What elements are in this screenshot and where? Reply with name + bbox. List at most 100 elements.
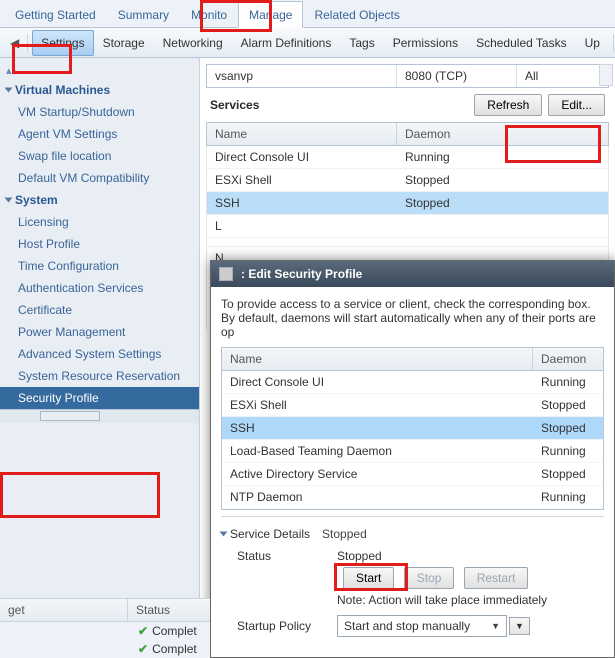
secondary-tabs: ◀ Settings Storage Networking Alarm Defi… xyxy=(0,28,615,58)
tab-alarm-definitions[interactable]: Alarm Definitions xyxy=(232,30,341,56)
scroll-thumb[interactable] xyxy=(40,411,100,421)
sidebar-item-default-vm-compat[interactable]: Default VM Compatibility xyxy=(0,167,199,189)
start-button[interactable]: Start xyxy=(343,567,394,589)
dlg-service-name: SSH xyxy=(222,417,533,439)
tab-manage[interactable]: Manage xyxy=(238,1,303,28)
service-name: ESXi Shell xyxy=(207,169,397,191)
service-details: Service DetailsStopped StatusStopped Sta… xyxy=(221,516,604,641)
dialog-service-row[interactable]: Direct Console UIRunning xyxy=(222,371,603,394)
tab-scheduled-tasks[interactable]: Scheduled Tasks xyxy=(467,30,576,56)
service-daemon xyxy=(397,215,608,237)
dialog-service-row[interactable]: ESXi ShellStopped xyxy=(222,394,603,417)
edit-button[interactable]: Edit... xyxy=(548,94,605,116)
tab-permissions[interactable]: Permissions xyxy=(384,30,467,56)
startup-policy-select[interactable]: Start and stop manually▼ xyxy=(337,615,507,637)
tab-networking[interactable]: Networking xyxy=(154,30,232,56)
tasks-col-status: Status xyxy=(128,599,178,621)
dlg-service-name: Active Directory Service xyxy=(222,463,533,485)
dlg-service-daemon: Stopped xyxy=(533,463,603,485)
sidebar-item-certificate[interactable]: Certificate xyxy=(0,299,199,321)
recent-tasks: get Status ✔Complet ✔Complet xyxy=(0,598,210,658)
service-name: Direct Console UI xyxy=(207,146,397,168)
sidebar-item-advanced-settings[interactable]: Advanced System Settings xyxy=(0,343,199,365)
sidebar-group-virtual-machines[interactable]: Virtual Machines xyxy=(0,79,199,101)
sidebar-item-vm-startup[interactable]: VM Startup/Shutdown xyxy=(0,101,199,123)
tab-storage[interactable]: Storage xyxy=(94,30,154,56)
service-daemon: Stopped xyxy=(397,169,608,191)
stop-button: Stop xyxy=(404,567,455,589)
firewall-allowed: All xyxy=(517,65,608,87)
sidebar-scrollbar[interactable] xyxy=(0,409,199,423)
sidebar-item-host-profile[interactable]: Host Profile xyxy=(0,233,199,255)
sidebar-item-agent-vm[interactable]: Agent VM Settings xyxy=(0,123,199,145)
services-header: Name Daemon xyxy=(206,122,609,146)
sidebar-item-licensing[interactable]: Licensing xyxy=(0,211,199,233)
tab-getting-started[interactable]: Getting Started xyxy=(4,1,107,27)
dialog-service-row[interactable]: Load-Based Teaming DaemonRunning xyxy=(222,440,603,463)
dialog-service-row[interactable]: SSHStopped xyxy=(222,417,603,440)
sidebar-scroll-up-icon[interactable]: ▴▴ xyxy=(0,64,199,79)
action-note: Note: Action will take place immediately xyxy=(221,589,604,611)
dialog-desc-2: By default, daemons will start automatic… xyxy=(221,311,604,339)
col-name: Name xyxy=(207,123,397,145)
dlg-col-name: Name xyxy=(222,348,533,370)
service-daemon: Stopped xyxy=(397,192,608,214)
dlg-service-daemon: Stopped xyxy=(533,417,603,439)
sidebar-item-security-profile[interactable]: Security Profile xyxy=(0,387,199,409)
dlg-service-name: NTP Daemon xyxy=(222,486,533,508)
service-row[interactable] xyxy=(206,238,609,247)
dialog-service-row[interactable]: NTP DaemonRunning xyxy=(222,486,603,509)
tab-settings[interactable]: Settings xyxy=(32,30,93,56)
task-row[interactable]: ✔ Complet xyxy=(0,622,210,640)
sidebar-item-time-config[interactable]: Time Configuration xyxy=(0,255,199,277)
dialog-service-list: Name Daemon Direct Console UIRunningESXi… xyxy=(221,347,604,510)
dlg-service-daemon: Running xyxy=(533,440,603,462)
details-header: Service Details xyxy=(230,527,310,541)
services-title: Services xyxy=(210,98,468,112)
refresh-button[interactable]: Refresh xyxy=(474,94,542,116)
settings-sidebar: ▴▴ Virtual Machines VM Startup/Shutdown … xyxy=(0,58,200,658)
check-icon: ✔ xyxy=(138,642,148,656)
firewall-name: vsanvp xyxy=(207,65,397,87)
tab-tags[interactable]: Tags xyxy=(340,30,383,56)
service-row[interactable]: SSHStopped xyxy=(206,192,609,215)
tasks-col-target: get xyxy=(0,599,128,621)
status-value: Stopped xyxy=(337,549,382,563)
service-row[interactable]: ESXi ShellStopped xyxy=(206,169,609,192)
dlg-service-name: ESXi Shell xyxy=(222,394,533,416)
dialog-titlebar[interactable]: : Edit Security Profile xyxy=(211,261,614,287)
service-daemon xyxy=(397,238,608,246)
dialog-title-text: : Edit Security Profile xyxy=(241,267,362,281)
sidebar-item-resource-reservation[interactable]: System Resource Reservation xyxy=(0,365,199,387)
tabs-prev-icon[interactable]: ◀ xyxy=(6,34,23,52)
dlg-service-daemon: Running xyxy=(533,486,603,508)
tab-monitor[interactable]: Monito xyxy=(180,1,238,27)
service-row[interactable]: Direct Console UIRunning xyxy=(206,146,609,169)
sidebar-item-auth-services[interactable]: Authentication Services xyxy=(0,277,199,299)
tab-summary[interactable]: Summary xyxy=(107,1,180,27)
sidebar-group-label: Virtual Machines xyxy=(15,83,110,97)
sidebar-group-system[interactable]: System xyxy=(0,189,199,211)
service-name xyxy=(207,238,397,246)
task-status: Complet xyxy=(152,624,197,638)
primary-tabs: Getting Started Summary Monito Manage Re… xyxy=(0,0,615,28)
sidebar-item-power-mgmt[interactable]: Power Management xyxy=(0,321,199,343)
col-daemon: Daemon xyxy=(397,123,608,145)
dlg-service-name: Load-Based Teaming Daemon xyxy=(222,440,533,462)
tab-up[interactable]: Up xyxy=(576,30,609,56)
tab-related-objects[interactable]: Related Objects xyxy=(303,1,410,27)
sidebar-item-swap-file[interactable]: Swap file location xyxy=(0,145,199,167)
status-label: Status xyxy=(237,549,337,563)
startup-policy-label: Startup Policy xyxy=(237,619,337,633)
dlg-service-daemon: Stopped xyxy=(533,394,603,416)
service-daemon: Running xyxy=(397,146,608,168)
service-name: L xyxy=(207,215,397,237)
check-icon: ✔ xyxy=(138,624,148,638)
startup-policy-more[interactable]: ▼ xyxy=(509,617,530,635)
service-row[interactable]: L xyxy=(206,215,609,238)
dialog-service-row[interactable]: Active Directory ServiceStopped xyxy=(222,463,603,486)
sidebar-group-label: System xyxy=(15,193,58,207)
firewall-scrollbar[interactable] xyxy=(599,64,613,86)
host-icon xyxy=(219,267,233,281)
task-row[interactable]: ✔Complet xyxy=(0,640,210,658)
